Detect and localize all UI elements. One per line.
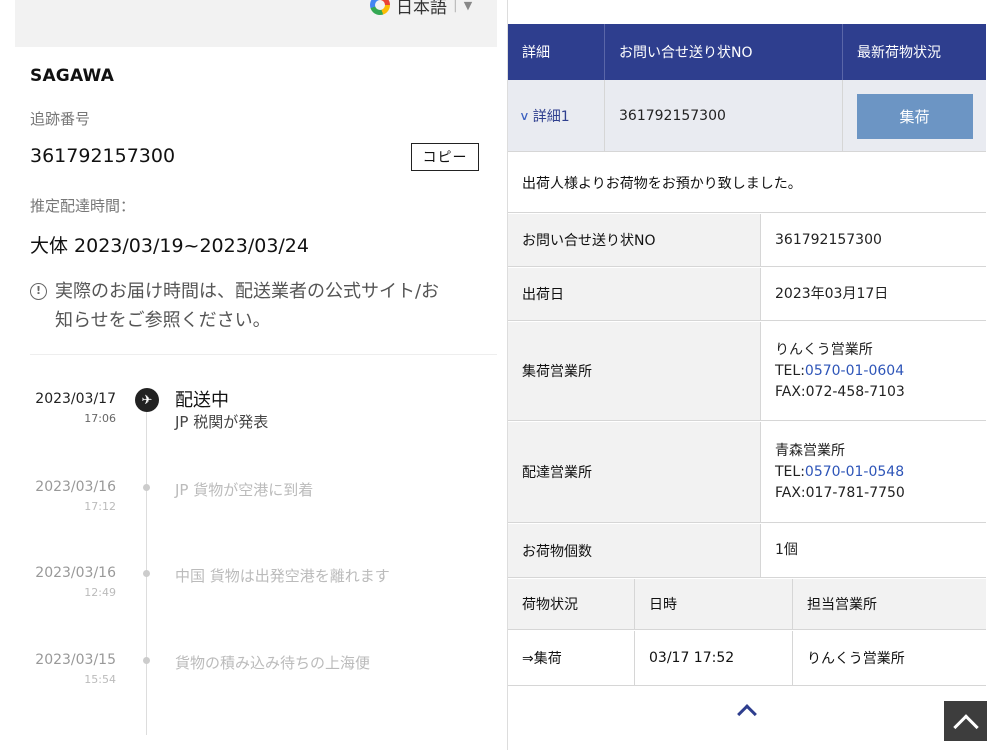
tel-prefix: TEL: xyxy=(775,463,805,480)
info-label: 出荷日 xyxy=(508,268,761,320)
detail-number: 361792157300 xyxy=(605,80,843,152)
eta-label: 推定配達時間： xyxy=(30,197,136,215)
chevron-down-icon: ∨ xyxy=(519,109,530,123)
timeline-time: 17:06 xyxy=(84,412,116,425)
timeline-item: 2023/03/16 17:12 JP 貨物が空港に到着 xyxy=(0,479,497,539)
tracking-panel: 日本語 | ▼ SAGAWA 追跡番号 361792157300 コピー 推定配… xyxy=(0,0,497,750)
history-office: りんくう営業所 xyxy=(807,651,905,667)
info-label: 配達営業所 xyxy=(508,422,761,522)
timeline-dot xyxy=(143,570,150,577)
delivery-notice: ! 実際のお届け時間は、配送業者の公式サイト/お 知らせをご参照ください。 xyxy=(30,277,480,335)
chevron-up-icon xyxy=(737,703,757,724)
collapse-button[interactable] xyxy=(508,687,986,732)
detail-row: ∨ 詳細1 361792157300 集荷 xyxy=(508,80,986,152)
timeline-date: 2023/03/17 xyxy=(35,391,116,407)
eta-value: 大体 2023/03/19~2023/03/24 xyxy=(30,235,309,257)
copy-button[interactable]: コピー xyxy=(411,143,479,171)
sagawa-detail-panel: 詳細 お問い合せ送り状NO 最新荷物状況 ∨ 詳細1 361792157300 … xyxy=(507,0,986,750)
status-message: 出荷人様よりお荷物をお預かり致しました。 xyxy=(508,153,986,213)
timeline-time: 15:54 xyxy=(84,673,116,686)
info-value: 1個 xyxy=(775,542,798,558)
office-name: りんくう営業所 xyxy=(775,341,873,358)
tracking-label: 追跡番号 xyxy=(30,110,91,128)
info-label: お荷物個数 xyxy=(508,524,761,577)
header-latest-status: 最新荷物状況 xyxy=(857,45,941,61)
info-value: 青森営業所 TEL:0570-01-0548 FAX:017-781-7750 xyxy=(761,422,986,522)
timeline-text: JP 税関が発表 xyxy=(175,413,269,431)
detail-toggle-link[interactable]: ∨ 詳細1 xyxy=(508,80,605,152)
history-header-status: 荷物状況 xyxy=(508,579,635,629)
carrier-name: SAGAWA xyxy=(30,66,115,86)
scroll-to-top-button[interactable] xyxy=(944,701,987,741)
office-tel: TEL:0570-01-0604 xyxy=(775,361,986,382)
info-row-inquiry: お問い合せ送り状NO 361792157300 xyxy=(508,214,986,267)
language-bar: 日本語 | ▼ xyxy=(15,0,497,47)
history-status: ⇒集荷 xyxy=(508,631,635,685)
header-inquiry-no: お問い合せ送り状NO xyxy=(605,24,843,80)
timeline-dot xyxy=(143,657,150,664)
language-separator: | xyxy=(453,0,458,13)
office-tel: TEL:0570-01-0548 xyxy=(775,462,986,483)
header-detail: 詳細 xyxy=(508,24,605,80)
info-row-count: お荷物個数 1個 xyxy=(508,524,986,578)
info-value: りんくう営業所 TEL:0570-01-0604 FAX:072-458-710… xyxy=(761,322,986,420)
detail-table-header: 詳細 お問い合せ送り状NO 最新荷物状況 xyxy=(508,24,986,80)
detail-status-cell: 集荷 xyxy=(843,80,986,152)
table-row: ⇒集荷 03/17 17:52 りんくう営業所 xyxy=(508,631,986,686)
info-row-pickup-office: 集荷営業所 りんくう営業所 TEL:0570-01-0604 FAX:072-4… xyxy=(508,322,986,421)
notice-line-1: 実際のお届け時間は、配送業者の公式サイト/お xyxy=(55,281,440,302)
tel-link[interactable]: 0570-01-0548 xyxy=(805,464,904,480)
history-header: 荷物状況 日時 担当営業所 xyxy=(508,579,986,630)
office-fax: FAX:017-781-7750 xyxy=(775,484,905,501)
info-row-ship-date: 出荷日 2023年03月17日 xyxy=(508,268,986,321)
history-header-datetime: 日時 xyxy=(635,579,793,629)
notice-line-2: 知らせをご参照ください。 xyxy=(55,310,271,331)
google-translate-icon xyxy=(370,0,390,15)
timeline-item: 2023/03/15 15:54 貨物の積み込み待ちの上海便 xyxy=(0,652,497,712)
timeline-dot xyxy=(143,484,150,491)
timeline-text: 貨物の積み込み待ちの上海便 xyxy=(175,654,371,672)
timeline-time: 12:49 xyxy=(84,586,116,599)
history-header-office: 担当営業所 xyxy=(807,597,877,613)
office-fax: FAX:072-458-7103 xyxy=(775,383,905,400)
chevron-down-icon: ▼ xyxy=(463,0,473,12)
info-icon: ! xyxy=(30,283,47,300)
timeline-status: 配送中 xyxy=(175,390,229,411)
tel-prefix: TEL: xyxy=(775,362,805,379)
info-value: 2023年03月17日 xyxy=(775,285,889,302)
tel-link[interactable]: 0570-01-0604 xyxy=(805,363,904,379)
timeline-item: 2023/03/17 17:06 ✈ 配送中 JP 税関が発表 xyxy=(0,388,497,451)
info-label: 集荷営業所 xyxy=(508,322,761,420)
timeline-item: 2023/03/16 12:49 中国 貨物は出発空港を離れます xyxy=(0,565,497,625)
status-badge: 集荷 xyxy=(856,93,973,139)
chevron-up-icon xyxy=(952,714,979,740)
timeline-time: 17:12 xyxy=(84,500,116,513)
language-selector[interactable]: 日本語 | ▼ xyxy=(370,0,472,20)
history-datetime: 03/17 17:52 xyxy=(635,631,793,685)
timeline-date: 2023/03/16 xyxy=(35,479,116,495)
info-row-delivery-office: 配達営業所 青森営業所 TEL:0570-01-0548 FAX:017-781… xyxy=(508,422,986,523)
divider xyxy=(30,354,497,355)
language-label: 日本語 xyxy=(396,0,447,18)
timeline-text: JP 貨物が空港に到着 xyxy=(175,481,314,499)
info-value: 361792157300 xyxy=(775,231,882,248)
detail-link-label: 詳細1 xyxy=(532,109,570,125)
timeline-date: 2023/03/16 xyxy=(35,565,116,581)
timeline-date: 2023/03/15 xyxy=(35,652,116,668)
timeline-text: 中国 貨物は出発空港を離れます xyxy=(175,567,390,585)
tracking-number: 361792157300 xyxy=(30,145,176,167)
info-label: お問い合せ送り状NO xyxy=(508,214,761,266)
office-name: 青森営業所 xyxy=(775,442,845,459)
airplane-icon: ✈ xyxy=(135,388,159,412)
